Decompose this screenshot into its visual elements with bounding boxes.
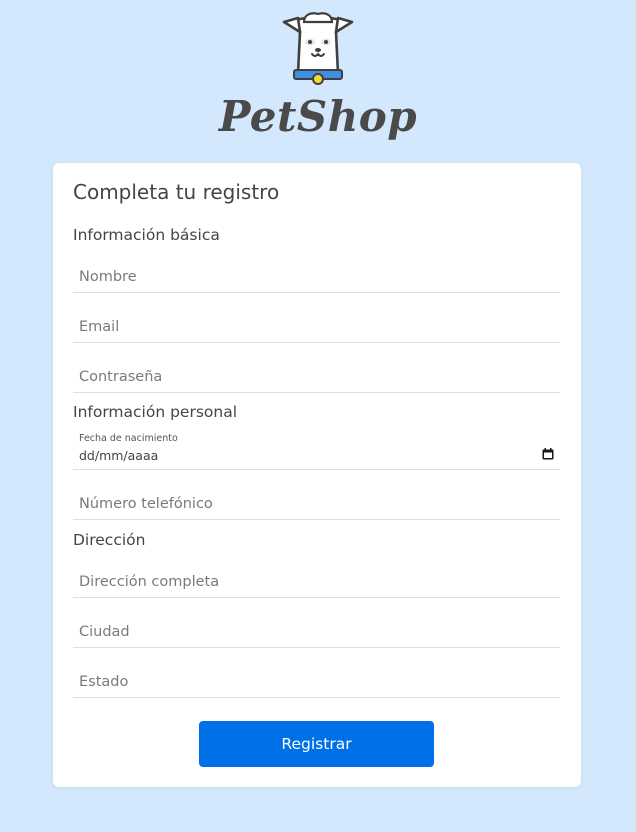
address-input[interactable] <box>73 567 560 597</box>
section-basic-info: Información básica <box>73 226 220 244</box>
telefono-field <box>73 489 560 520</box>
phone-input[interactable] <box>73 489 560 519</box>
register-button[interactable]: Registrar <box>199 721 434 767</box>
city-input[interactable] <box>73 617 560 647</box>
ciudad-field <box>73 617 560 648</box>
dog-mascot-icon <box>282 12 354 85</box>
brand-header: PetShop <box>0 8 636 158</box>
birthdate-input[interactable]: Fecha de nacimiento dd/mm/aaaa <box>73 431 560 470</box>
direccion-field <box>73 567 560 598</box>
password-input[interactable] <box>73 362 560 392</box>
nombre-field <box>73 262 560 293</box>
brand-name: PetShop <box>218 92 418 141</box>
registration-card: Completa tu registro Información básica … <box>53 163 581 787</box>
section-address: Dirección <box>73 531 146 549</box>
estado-field <box>73 667 560 698</box>
registration-page: PetShop Completa tu registro Información… <box>0 0 636 832</box>
email-field <box>73 312 560 343</box>
birthdate-value: dd/mm/aaaa <box>79 448 159 463</box>
state-input[interactable] <box>73 667 560 697</box>
section-personal-info: Información personal <box>73 403 238 421</box>
email-input[interactable] <box>73 312 560 342</box>
birthdate-label: Fecha de nacimiento <box>79 433 178 444</box>
form-title: Completa tu registro <box>73 180 280 204</box>
nombre-input[interactable] <box>73 262 560 292</box>
contrasena-field <box>73 362 560 393</box>
calendar-icon[interactable] <box>542 448 554 460</box>
